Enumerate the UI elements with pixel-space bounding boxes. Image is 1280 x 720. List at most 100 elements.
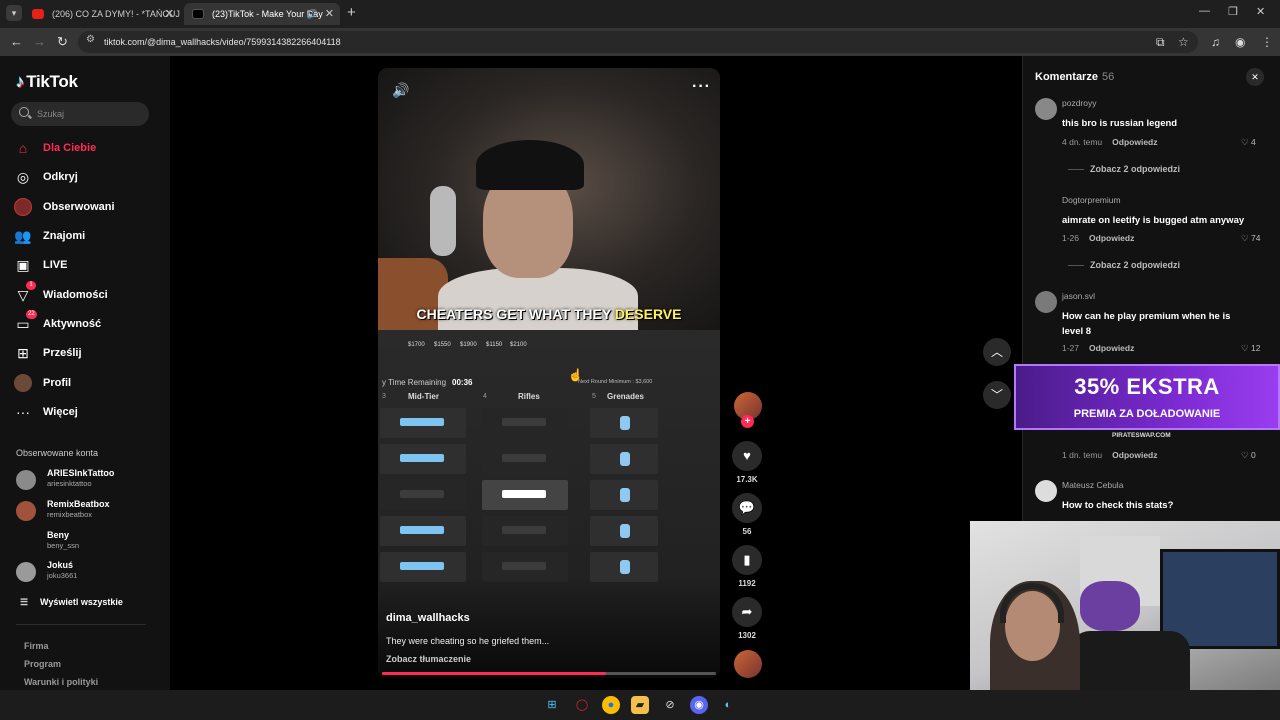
avatar[interactable]: [1035, 291, 1057, 313]
see-translation-button[interactable]: Zobacz tłumaczenie: [386, 654, 471, 664]
bookmark-star-icon[interactable]: ☆: [1178, 35, 1189, 49]
comment-username[interactable]: Mateusz Cebula: [1062, 480, 1123, 490]
sniper-icon: [502, 490, 546, 498]
comments-title: Komentarze 56: [1035, 71, 1115, 83]
menu-icon[interactable]: ⋮: [1261, 35, 1273, 49]
follow-plus-icon[interactable]: +: [741, 415, 754, 428]
volume-icon[interactable]: 🔊: [392, 82, 409, 99]
chevron-down-icon: ﹀: [990, 388, 1003, 402]
reply-button[interactable]: Odpowiedz: [1089, 233, 1134, 243]
more-options-icon[interactable]: ···: [692, 78, 711, 96]
new-tab-button[interactable]: +: [347, 4, 356, 21]
view-replies-button[interactable]: Zobacz 2 odpowiedzi: [1068, 164, 1180, 174]
nav-upload[interactable]: ⊞ Prześlij: [14, 342, 164, 364]
steam-icon[interactable]: ◐: [719, 696, 737, 714]
smg-icon: [400, 526, 444, 534]
nav-explore[interactable]: ◎ Odkryj: [14, 166, 164, 188]
tiktok-logo[interactable]: ♪ TikTok: [16, 72, 78, 92]
price-label: $1900: [460, 342, 477, 348]
opera-icon[interactable]: ◯: [573, 696, 591, 714]
previous-video-button[interactable]: ︿: [983, 338, 1011, 366]
comment-like[interactable]: ♡ 4: [1241, 137, 1256, 148]
discord-icon[interactable]: ◉: [690, 696, 708, 714]
chrome-icon[interactable]: ●: [602, 696, 620, 714]
avatar[interactable]: [1035, 480, 1057, 502]
nav-friends[interactable]: 👥 Znajomi: [14, 225, 164, 247]
comment-username[interactable]: pozdroyy: [1062, 98, 1097, 108]
tab-search-dropdown[interactable]: ▾: [6, 5, 22, 21]
nav-more[interactable]: ··· Więcej: [14, 401, 164, 423]
nav-for-you[interactable]: ⌂ Dla Ciebie: [14, 137, 164, 159]
comment-username[interactable]: jason.svl: [1062, 291, 1095, 301]
reply-button[interactable]: Odpowiedz: [1112, 450, 1157, 460]
media-icon[interactable]: ♫: [1211, 35, 1220, 49]
show-all-button[interactable]: ☰ Wyświetl wszystkie: [20, 597, 123, 608]
followed-account[interactable]: Beny beny_ssn: [16, 528, 166, 556]
rifle-icon: [502, 526, 546, 534]
close-comments-button[interactable]: ✕: [1246, 68, 1264, 86]
tab-youtube[interactable]: (206) CO ZA DYMY! - *TAŃCUJ ✕: [24, 3, 180, 25]
install-icon[interactable]: ⧉: [1156, 35, 1165, 50]
nav-following[interactable]: Obserwowani: [14, 196, 164, 218]
footer-link[interactable]: Firma: [24, 641, 49, 651]
nav-activity[interactable]: ▭ 22 Aktywność: [14, 310, 164, 335]
windows-start-icon[interactable]: ⊞: [543, 696, 561, 714]
comment-like[interactable]: ♡ 0: [1241, 450, 1256, 461]
nav-profile[interactable]: Profil: [14, 372, 164, 394]
avatar[interactable]: [1035, 195, 1057, 217]
person-cap: [476, 140, 584, 190]
list-icon: ☰: [20, 597, 29, 607]
back-icon[interactable]: ←: [10, 34, 23, 49]
ad-headline: 35% EKSTRA: [1074, 374, 1220, 399]
like-button[interactable]: ♥ 17.3K: [732, 441, 762, 484]
comment-text: this bro is russian legend: [1062, 118, 1178, 129]
followed-account[interactable]: Jokuś joku3661: [16, 558, 166, 586]
avatar[interactable]: [1035, 98, 1057, 120]
comment-username[interactable]: Dogtorpremium: [1062, 195, 1121, 205]
forward-icon[interactable]: →: [33, 34, 46, 49]
sidebar: ♪ TikTok Szukaj ⌂ Dla Ciebie ◎ Odkryj Obs…: [0, 56, 170, 690]
video-progress-bar[interactable]: [382, 672, 716, 675]
video-player[interactable]: CHEATERS GET WHAT THEY DESERVE $1700 $15…: [378, 68, 720, 678]
footer-link[interactable]: Program: [24, 659, 61, 669]
tiktok-note-icon: ♪: [16, 72, 25, 91]
comment-button[interactable]: 💬 56: [732, 493, 762, 536]
sound-avatar[interactable]: [734, 650, 762, 678]
footer-link[interactable]: Warunki i polityki: [24, 677, 98, 687]
close-icon[interactable]: ✕: [325, 3, 334, 25]
restore-icon[interactable]: ❐: [1228, 5, 1238, 18]
reply-button[interactable]: Odpowiedz: [1089, 343, 1134, 353]
window-close-icon[interactable]: ✕: [1256, 5, 1265, 18]
ad-banner[interactable]: 35% EKSTRA PREMIA ZA DOŁADOWANIE: [1014, 364, 1280, 430]
folder-icon[interactable]: ▰: [631, 696, 649, 714]
save-button[interactable]: ▮ 1192: [732, 545, 762, 588]
next-video-button[interactable]: ﹀: [983, 381, 1011, 409]
tab-tiktok[interactable]: (23)TikTok - Make Your Day 🔊 ✕: [184, 3, 340, 25]
app-icon[interactable]: ⊘: [661, 696, 679, 714]
speaker-icon[interactable]: 🔊: [307, 3, 318, 25]
followed-account[interactable]: RemixBeatbox remixbeatbox: [16, 497, 166, 525]
nav-messages[interactable]: ▽ 1 Wiadomości: [14, 281, 164, 306]
site-info-icon[interactable]: ⚙: [86, 34, 95, 45]
minimize-icon[interactable]: —: [1199, 5, 1210, 17]
reload-icon[interactable]: ↻: [57, 34, 68, 50]
weapon-slot: [482, 408, 568, 438]
rifle-icon: [502, 562, 546, 570]
comment-like[interactable]: ♡ 74: [1241, 233, 1260, 244]
comment-like[interactable]: ♡ 12: [1241, 343, 1260, 354]
video-author[interactable]: dima_wallhacks: [386, 612, 470, 624]
view-replies-button[interactable]: Zobacz 2 odpowiedzi: [1068, 260, 1180, 270]
profile-icon[interactable]: ◉: [1235, 35, 1245, 49]
reply-button[interactable]: Odpowiedz: [1112, 137, 1157, 147]
share-button[interactable]: ➦ 1302: [732, 597, 762, 640]
rifle-icon: [502, 454, 546, 462]
close-icon[interactable]: ✕: [165, 3, 174, 25]
comment-icon: 💬: [732, 493, 762, 523]
nav-live[interactable]: ▣ LIVE: [14, 254, 164, 276]
tiktok-icon: [192, 9, 204, 19]
followed-account[interactable]: ARIESInkTattoo ariesinktattoo: [16, 466, 166, 494]
save-count: 1192: [738, 579, 756, 588]
address-bar[interactable]: ⚙ tiktok.com/@dima_wallhacks/video/75993…: [78, 31, 1198, 53]
smg-icon: [400, 490, 444, 498]
search-input[interactable]: Szukaj: [11, 102, 149, 126]
